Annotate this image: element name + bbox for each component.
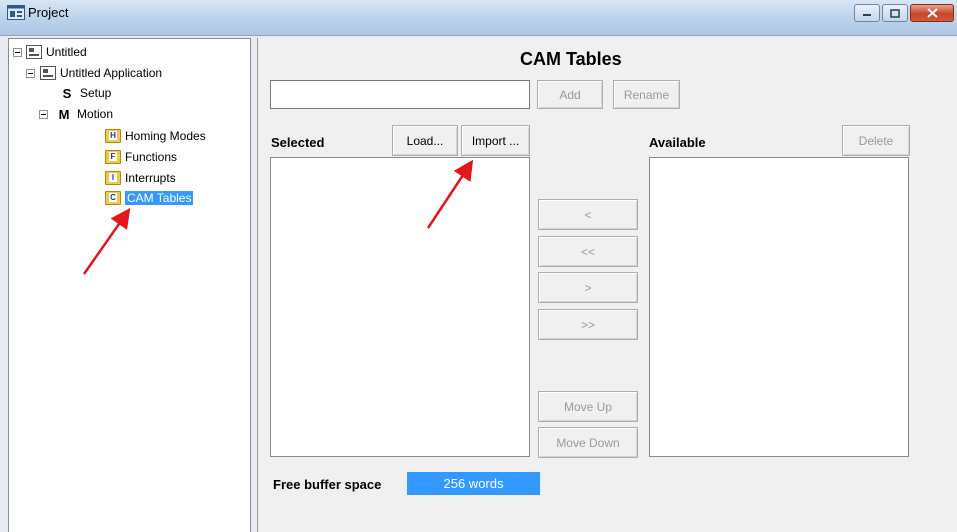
move-left-button[interactable]: < xyxy=(538,199,638,230)
close-button[interactable] xyxy=(910,4,954,22)
tree-item-interrupts[interactable]: I Interrupts xyxy=(105,169,176,187)
move-all-left-button[interactable]: << xyxy=(538,236,638,267)
move-down-button[interactable]: Move Down xyxy=(538,427,638,458)
tree-item-root[interactable]: Untitled xyxy=(26,43,87,61)
tree-item-root-label: Untitled xyxy=(46,45,87,59)
project-window-icon xyxy=(7,5,25,20)
free-buffer-value: 256 words xyxy=(407,472,540,495)
tree-item-homing-modes-label: Homing Modes xyxy=(125,129,206,143)
functions-folder-icon: F xyxy=(105,150,121,164)
cam-table-name-input[interactable] xyxy=(270,80,530,109)
move-right-button[interactable]: > xyxy=(538,272,638,303)
project-root-icon xyxy=(26,45,42,59)
panel-splitter[interactable] xyxy=(251,38,258,532)
tree-item-setup-label: Setup xyxy=(80,86,112,100)
close-icon xyxy=(926,8,938,18)
tree-item-application-label: Untitled Application xyxy=(60,66,163,80)
homing-folder-icon: H xyxy=(105,129,121,143)
tree-item-application[interactable]: Untitled Application xyxy=(40,64,162,82)
import-button[interactable]: Import ... xyxy=(461,125,530,156)
tree-item-interrupts-label: Interrupts xyxy=(125,171,176,185)
move-up-button[interactable]: Move Up xyxy=(538,391,638,422)
available-list-label: Available xyxy=(649,135,706,150)
cam-folder-icon: C xyxy=(105,191,121,205)
tree-item-motion[interactable]: M Motion xyxy=(57,105,113,123)
selected-list-label: Selected xyxy=(271,135,325,150)
load-button[interactable]: Load... xyxy=(392,125,458,156)
motion-icon: M xyxy=(58,106,70,122)
minimize-button[interactable] xyxy=(854,4,880,22)
tree-item-homing-modes[interactable]: H Homing Modes xyxy=(105,127,206,145)
move-all-right-button[interactable]: >> xyxy=(538,309,638,340)
collapse-root-toggle[interactable] xyxy=(13,48,22,57)
tree-item-functions[interactable]: F Functions xyxy=(105,148,177,166)
add-button[interactable]: Add xyxy=(537,80,603,109)
page-title: CAM Tables xyxy=(520,49,622,69)
rename-button[interactable]: Rename xyxy=(613,80,680,109)
available-tables-list[interactable] xyxy=(649,157,909,457)
window-title: Project xyxy=(28,5,69,20)
tree-item-functions-label: Functions xyxy=(125,150,178,164)
collapse-motion-toggle[interactable] xyxy=(39,110,48,119)
project-tree[interactable]: Untitled Untitled Application S Setup M … xyxy=(8,38,251,532)
tree-item-cam-tables[interactable]: C CAM Tables xyxy=(105,189,194,207)
maximize-button[interactable] xyxy=(882,4,908,22)
tree-item-motion-label: Motion xyxy=(77,107,114,121)
maximize-icon xyxy=(890,8,900,18)
tree-item-setup[interactable]: S Setup xyxy=(60,84,112,102)
minimize-icon xyxy=(863,14,871,16)
title-bar: Project xyxy=(0,0,957,36)
setup-icon: S xyxy=(62,85,72,101)
selected-tables-list[interactable] xyxy=(270,157,530,457)
tree-item-cam-tables-label: CAM Tables xyxy=(125,191,194,205)
delete-button[interactable]: Delete xyxy=(842,125,910,156)
application-icon xyxy=(40,66,56,80)
free-buffer-label: Free buffer space xyxy=(273,477,382,492)
interrupts-folder-icon: I xyxy=(105,171,121,185)
collapse-application-toggle[interactable] xyxy=(26,69,35,78)
